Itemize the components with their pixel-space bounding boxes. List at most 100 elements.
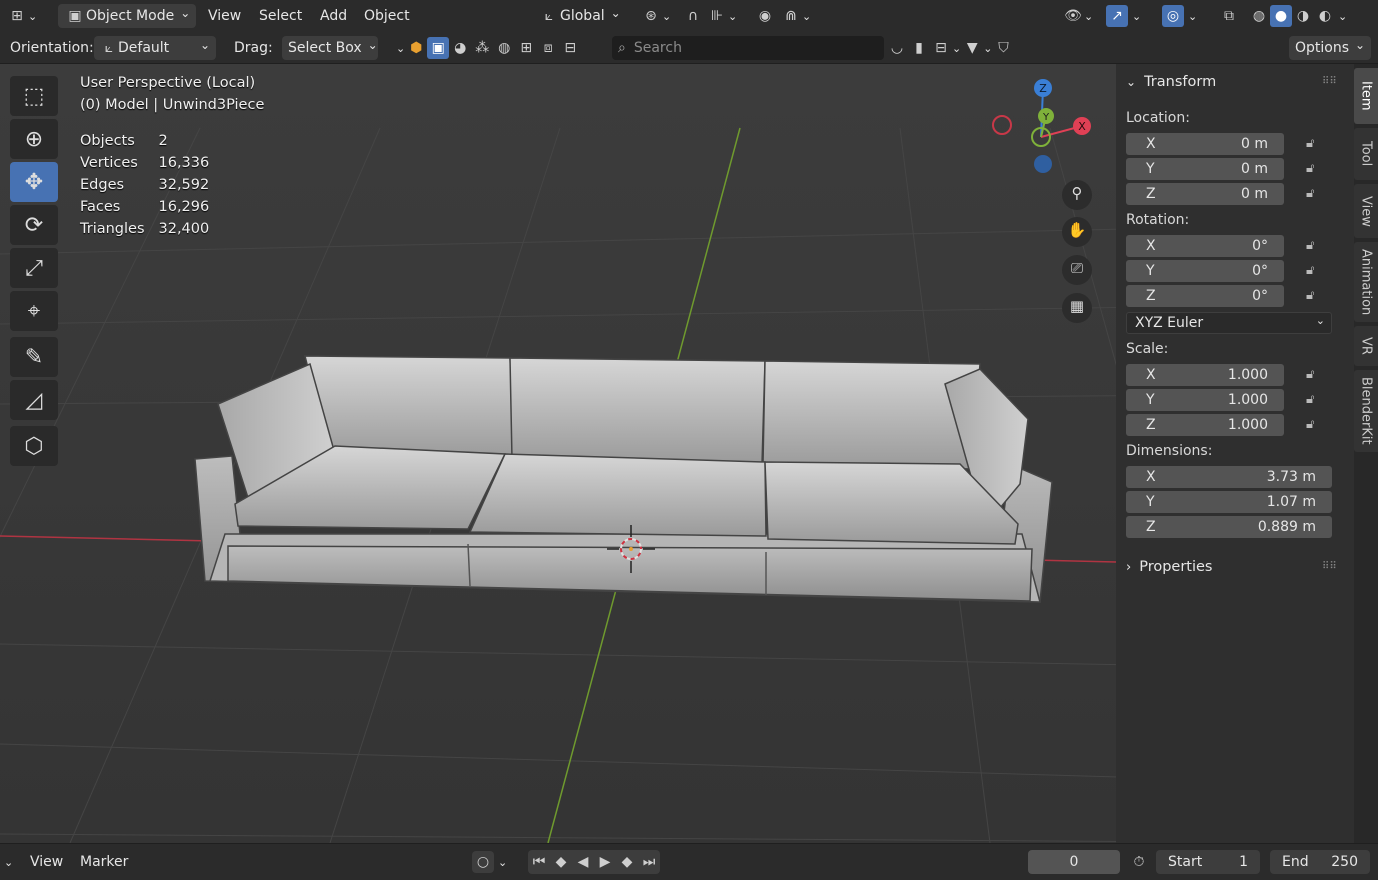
next-keyframe-icon[interactable]: ◆ [616,851,638,873]
select-tool-a-icon[interactable]: ⊞ [515,37,537,59]
dimensions-z-field[interactable]: Z 0.889 m [1126,516,1332,538]
overlays-toggle[interactable]: ◎ ⌄ [1162,4,1197,28]
add-cube-tool[interactable]: ⬡ [10,426,58,466]
tab-item[interactable]: Item [1354,68,1378,124]
tab-animation[interactable]: Animation [1354,242,1378,322]
falloff-dropdown[interactable]: ⋒ ⌄ [780,4,811,28]
timeline-marker-menu[interactable]: Marker [80,850,128,874]
pivot-point-button[interactable]: ⊛ ⌄ [640,4,671,28]
rotation-z-field[interactable]: Z 0° [1126,285,1284,307]
current-frame-value: 0 [1069,854,1079,870]
menu-select[interactable]: Select [259,4,302,28]
play-icon[interactable]: ▶ [594,851,616,873]
end-frame-field[interactable]: End 250 [1270,850,1370,874]
scale-x-field[interactable]: X 1.000 [1126,364,1284,386]
menu-object[interactable]: Object [364,4,410,28]
menu-add[interactable]: Add [320,4,347,28]
filter-icon[interactable]: ▼ [961,37,983,59]
solid-shading-icon[interactable]: ● [1270,5,1292,27]
editor-type-button[interactable]: ⊞ ⌄ [6,4,37,28]
gizmo-toggle[interactable]: ↗ ⌄ [1106,4,1141,28]
location-z-field[interactable]: Z 0 m [1126,183,1284,205]
tab-vr[interactable]: VR [1354,326,1378,366]
select-tool-c-icon[interactable]: ⊟ [559,37,581,59]
rotation-y-field[interactable]: Y 0° [1126,260,1284,282]
tab-view[interactable]: View [1354,184,1378,238]
rendered-shading-icon[interactable]: ◐ [1314,5,1336,27]
lock-icon[interactable]: 🔓︎ [1306,161,1324,177]
lock-icon[interactable]: 🔓︎ [1306,417,1324,433]
shield-icon[interactable]: ⛉ [992,37,1014,59]
cursor-tool[interactable]: ⊕ [10,119,58,159]
curve-icon[interactable]: ◡ [886,37,908,59]
layout-icon[interactable]: ⊟ [930,37,952,59]
scale-y-field[interactable]: Y 1.000 [1126,389,1284,411]
transform-panel-header[interactable]: ⌄ Transform [1126,74,1216,90]
select-sphere-icon[interactable]: ◕ [449,37,471,59]
transform-orientation-dropdown[interactable]: ⟀ Global [538,4,621,28]
stopwatch-icon[interactable]: ⏱ [1128,851,1150,873]
tab-blenderkit[interactable]: BlenderKit [1354,370,1378,452]
play-reverse-icon[interactable]: ◀ [572,851,594,873]
chevron-down-icon[interactable]: ⌄ [396,42,405,55]
prev-keyframe-icon[interactable]: ◆ [550,851,572,873]
neg-z-axis-ball[interactable] [1034,155,1052,173]
xray-toggle[interactable]: ⧉ [1218,4,1240,28]
search-input[interactable]: ⌕ Search [612,36,884,60]
menu-view[interactable]: View [208,4,241,28]
proportional-edit-toggle[interactable]: ◉ [754,4,776,28]
select-cluster-icon[interactable]: ⁂ [471,37,493,59]
tab-tool[interactable]: Tool [1354,128,1378,180]
dimensions-x-field[interactable]: X 3.73 m [1126,466,1332,488]
sofa-model[interactable] [194,355,1053,603]
location-x-field[interactable]: X 0 m [1126,133,1284,155]
current-frame-field[interactable]: 0 [1028,850,1120,874]
lock-icon[interactable]: 🔓︎ [1306,367,1324,383]
drag-handle-icon[interactable]: ⠿⠿ [1322,561,1337,572]
material-shading-icon[interactable]: ◑ [1292,5,1314,27]
scale-tool[interactable]: ⤢ [10,248,58,288]
transform-tool[interactable]: ⌖ [10,291,58,331]
lock-icon[interactable]: 🔓︎ [1306,263,1324,279]
rotate-tool[interactable]: ⟳ [10,205,58,245]
orientation-dropdown[interactable]: ⟀ Default [94,36,216,60]
select-tool-b-icon[interactable]: ⧈ [537,37,559,59]
bookmark-icon[interactable]: ▮ [908,37,930,59]
lock-icon[interactable]: 🔓︎ [1306,186,1324,202]
rotation-mode-dropdown[interactable]: XYZ Euler ⌄ [1126,312,1332,334]
visibility-dropdown[interactable]: 👁 ⌄ [1062,4,1093,28]
drag-handle-icon[interactable]: ⠿⠿ [1322,76,1337,87]
lock-icon[interactable]: 🔓︎ [1306,238,1324,254]
record-icon[interactable]: ○ [472,851,494,873]
pivot-icon: ⊛ [645,8,657,24]
measure-tool[interactable]: ◿ [10,380,58,420]
rotation-x-field[interactable]: X 0° [1126,235,1284,257]
lock-icon[interactable]: 🔓︎ [1306,136,1324,152]
drag-dropdown[interactable]: Select Box [282,36,378,60]
annotate-tool[interactable]: ✎ [10,337,58,377]
chevron-down-icon[interactable]: ⌄ [498,856,507,869]
mode-dropdown[interactable]: ▣ Object Mode [58,4,197,28]
move-tool[interactable]: ✥ [10,162,58,202]
location-y-field[interactable]: Y 0 m [1126,158,1284,180]
chevron-right-icon: › [1126,559,1132,575]
shading-dropdown-chevron[interactable]: ⌄ [1338,10,1347,23]
properties-panel-header[interactable]: › Properties [1126,559,1212,575]
timeline-view-menu[interactable]: View [30,850,63,874]
select-globe-icon[interactable]: ◍ [493,37,515,59]
start-frame-field[interactable]: Start 1 [1156,850,1260,874]
jump-start-icon[interactable]: ⏮ [528,851,550,873]
color-palette-icon[interactable]: ⬢ [405,37,427,59]
jump-end-icon[interactable]: ⏭ [638,851,660,873]
scale-z-field[interactable]: Z 1.000 [1126,414,1284,436]
snap-toggle[interactable]: ∩ [682,4,704,28]
lock-icon[interactable]: 🔓︎ [1306,288,1324,304]
dimensions-y-field[interactable]: Y 1.07 m [1126,491,1332,513]
select-box-tool[interactable]: ⬚ [10,76,58,116]
snap-target-dropdown[interactable]: ⊪ ⌄ [706,4,737,28]
wireframe-shading-icon[interactable]: ◍ [1248,5,1270,27]
lock-icon[interactable]: 🔓︎ [1306,392,1324,408]
chevron-down-icon[interactable]: ⌄ [4,856,13,869]
options-dropdown[interactable]: Options [1289,36,1372,60]
select-box-icon[interactable]: ▣ [427,37,450,59]
